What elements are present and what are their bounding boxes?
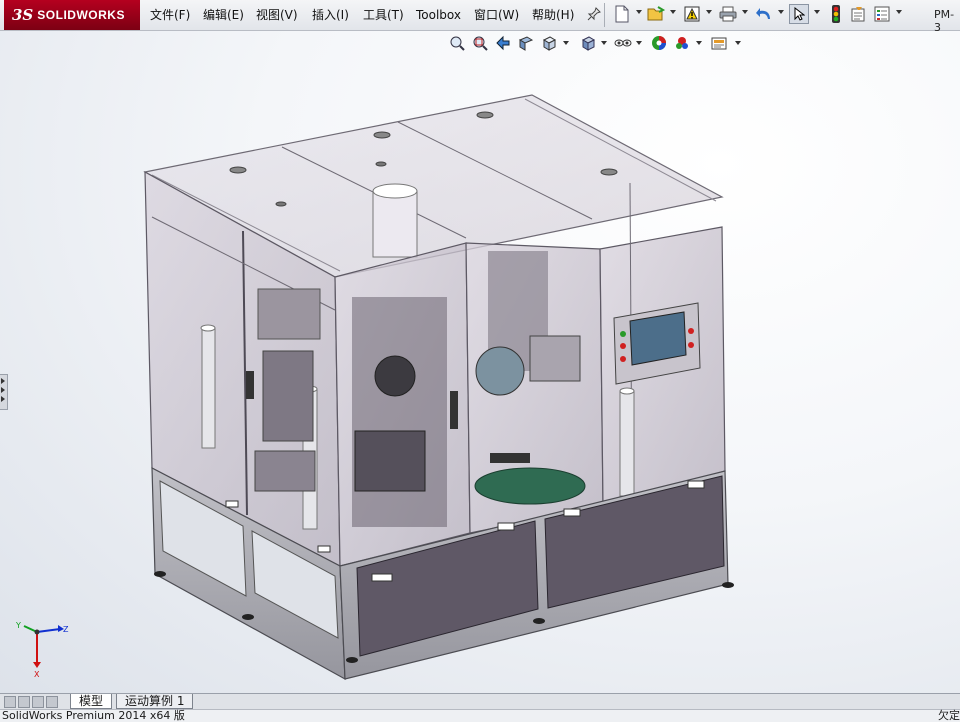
tab-motion-study-1[interactable]: 运动算例 1 [116,694,194,709]
display-style-icon[interactable] [579,34,597,52]
ds-logo-mark: 3S [12,6,34,24]
tab-model[interactable]: 模型 [70,694,113,709]
display-style-dropdown-icon[interactable] [601,41,607,45]
new-dropdown-icon[interactable] [636,10,642,14]
menu-window[interactable]: 窗口(W) [474,7,519,23]
select-dropdown-icon[interactable] [814,10,820,14]
panel-expand-handle[interactable] [0,374,8,410]
triad-y-label: Y [15,621,21,630]
expand-arrow-icon [1,396,5,402]
front-glass-panel [334,242,471,567]
machine-model[interactable] [0,31,960,693]
first-tab-arrow-icon[interactable] [4,696,16,708]
options-dropdown-icon[interactable] [896,10,902,14]
view-orientation-icon[interactable] [540,34,558,52]
menu-tools[interactable]: 工具(T) [363,7,404,23]
expand-arrow-icon [1,387,5,393]
edit-appearance-icon[interactable] [650,34,668,52]
print-icon[interactable] [718,4,738,24]
view-settings-dropdown-icon[interactable] [735,41,741,45]
menu-bar: 3S SOLIDWORKS 文件(F) 编辑(E) 视图(V) 插入(I) 工具… [0,0,960,34]
menu-help[interactable]: 帮助(H) [532,7,574,23]
traffic-light-icon[interactable] [826,4,846,24]
graphics-area[interactable]: Y Z X [0,31,960,693]
pin-icon[interactable] [584,4,604,24]
rebuild-icon[interactable] [682,4,702,24]
expand-arrow-icon [1,378,5,384]
view-settings-icon[interactable] [710,34,728,52]
hide-show-dropdown-icon[interactable] [636,41,642,45]
triad-z-label: Z [63,625,69,634]
new-document-icon[interactable] [612,4,632,24]
model-tabs-bar: 模型 运动算例 1 [0,693,960,709]
status-definition-state: 欠定 [938,709,960,722]
rebuild-dropdown-icon[interactable] [706,10,712,14]
prev-tab-arrow-icon[interactable] [18,696,30,708]
undo-dropdown-icon[interactable] [778,10,784,14]
options-icon[interactable] [872,4,892,24]
view-orientation-dropdown-icon[interactable] [563,41,569,45]
apply-scene-dropdown-icon[interactable] [696,41,702,45]
menu-view[interactable]: 视图(V) [256,7,298,23]
hide-show-items-icon[interactable] [614,34,632,52]
file-properties-icon[interactable] [848,4,868,24]
section-view-icon[interactable] [517,34,535,52]
print-dropdown-icon[interactable] [742,10,748,14]
zoom-to-fit-icon[interactable] [448,34,466,52]
next-tab-arrow-icon[interactable] [32,696,44,708]
menu-file[interactable]: 文件(F) [150,7,190,23]
reference-triad: Y Z X [15,621,69,679]
menu-insert[interactable]: 插入(I) [312,7,349,23]
open-dropdown-icon[interactable] [670,10,676,14]
undo-icon[interactable] [754,4,774,24]
menu-toolbox[interactable]: Toolbox [416,7,461,23]
select-pointer-icon[interactable] [789,4,809,24]
status-bar: SolidWorks Premium 2014 x64 版 欠定 [0,709,960,722]
status-product-version: SolidWorks Premium 2014 x64 版 [2,709,185,722]
previous-view-icon[interactable] [494,34,512,52]
menu-edit[interactable]: 编辑(E) [203,7,244,23]
last-tab-arrow-icon[interactable] [46,696,58,708]
center-door-panel [465,242,604,534]
logo-text: SOLIDWORKS [37,8,125,22]
solidworks-logo[interactable]: 3S SOLIDWORKS [4,0,140,30]
triad-x-label: X [34,670,40,679]
apply-scene-icon[interactable] [673,34,691,52]
open-folder-icon[interactable] [646,4,666,24]
zoom-to-area-icon[interactable] [471,34,489,52]
